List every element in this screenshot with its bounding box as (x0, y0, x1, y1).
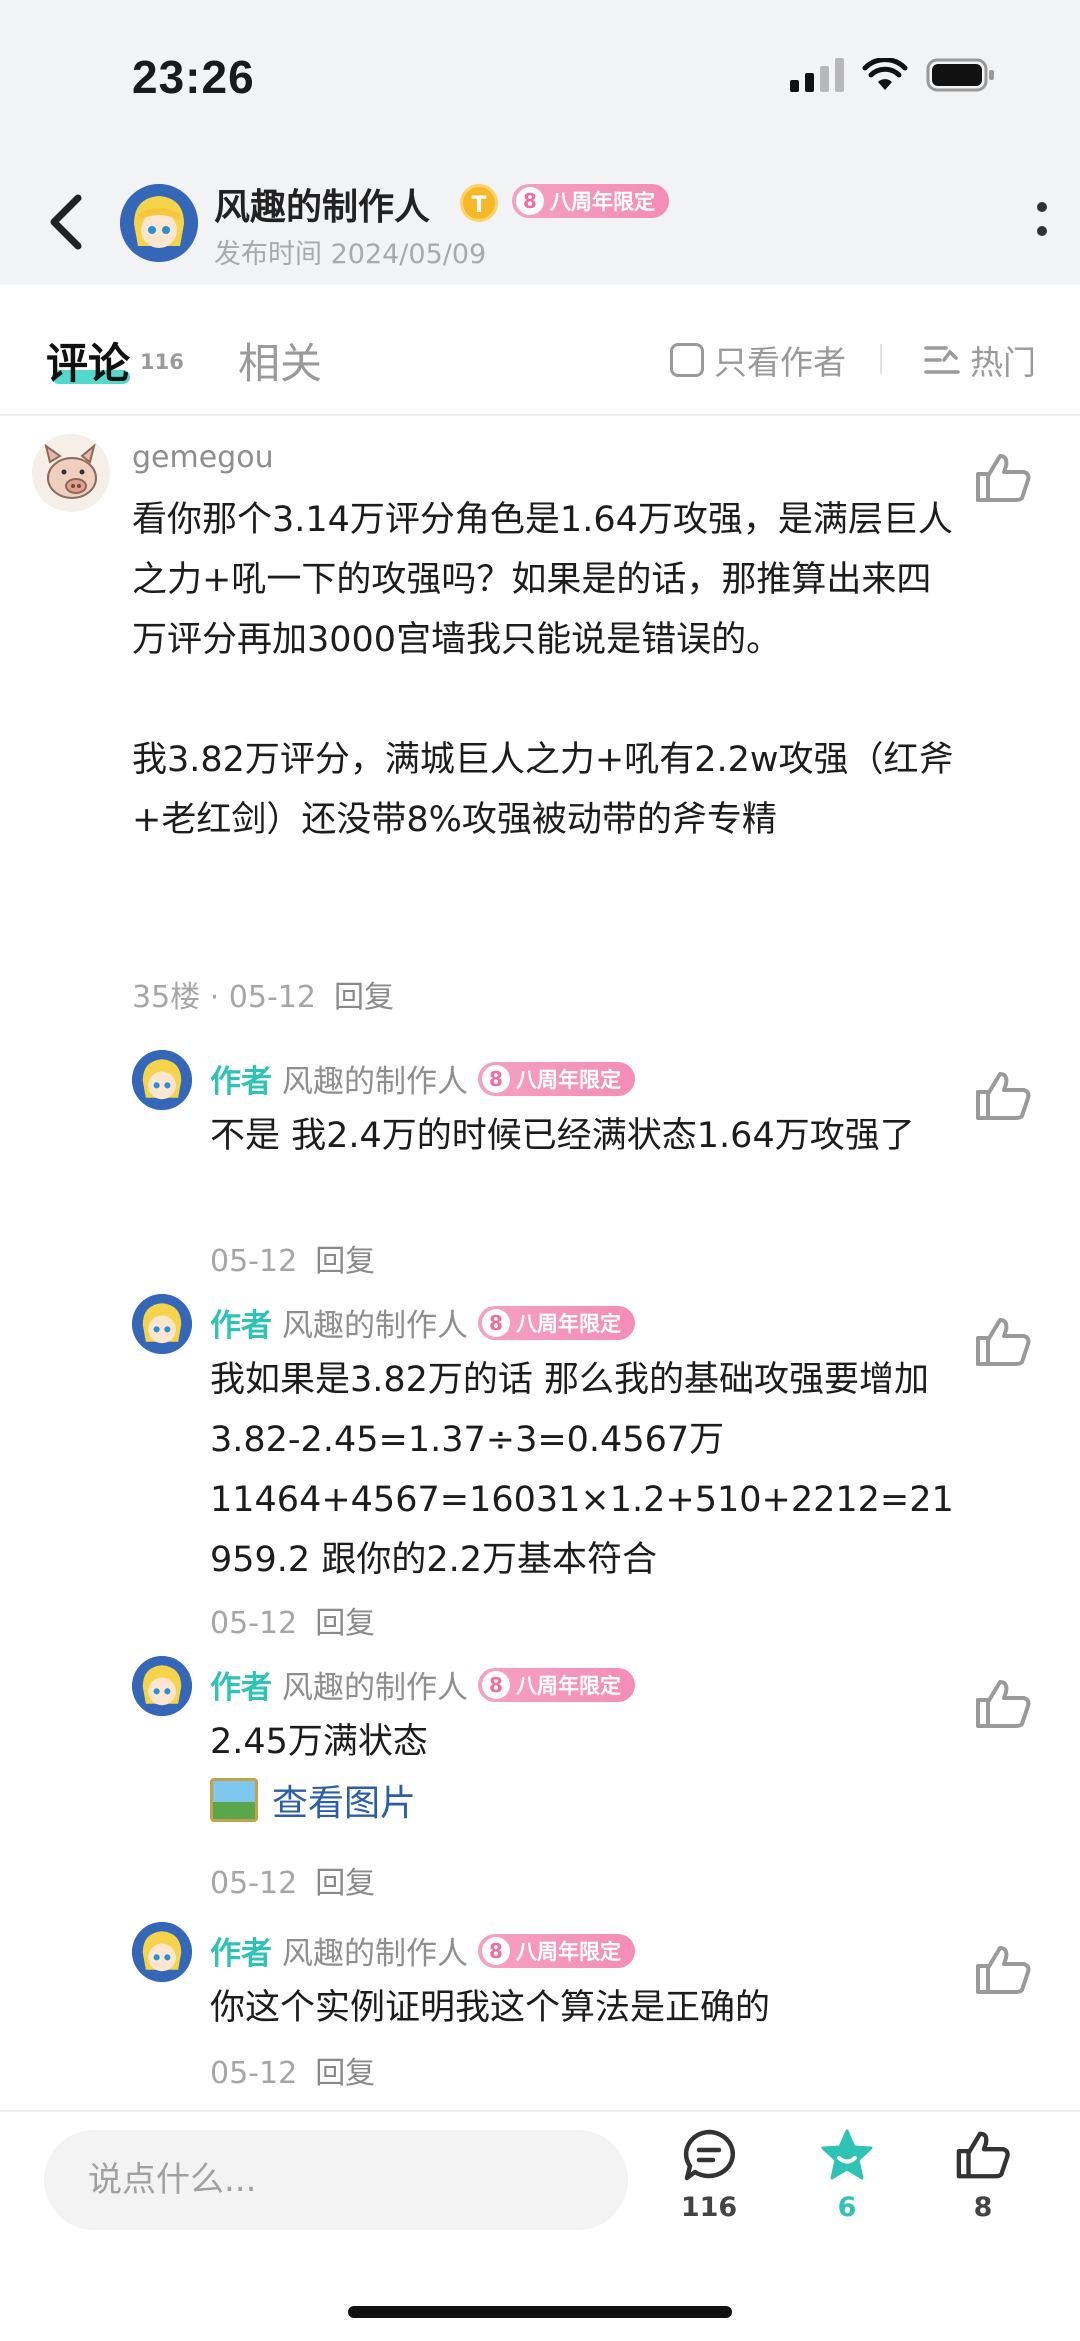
reply-text: 我如果是3.82万的话 那么我的基础攻强要增加3.82-2.45=1.37÷3=… (210, 1360, 954, 1580)
status-icons (790, 58, 996, 92)
reply-avatar[interactable] (132, 1656, 192, 1716)
author-tag: 作者 (210, 1936, 272, 1972)
reply-header: 作者 风趣的制作人 8 八周年限定 (210, 1056, 635, 1101)
anniversary-badge: 8 八周年限定 (478, 1667, 635, 1702)
reply-username[interactable]: 风趣的制作人 (282, 1300, 468, 1345)
comment-bubble-icon (683, 2129, 735, 2181)
thumbs-up-icon[interactable] (974, 1316, 1032, 1368)
back-arrow-icon[interactable] (44, 192, 88, 252)
anniversary-badge: 8 八周年限定 (478, 1933, 635, 1968)
home-indicator (348, 2306, 732, 2318)
reply-button[interactable]: 回复 (315, 1244, 375, 1279)
tab-divider (0, 414, 1080, 416)
only-author-checkbox[interactable] (670, 343, 704, 377)
anniversary-badge: 8 八周年限定 (512, 184, 669, 218)
thumbs-up-icon[interactable] (974, 452, 1032, 504)
comment-meta: 35楼 · 05-12 回复 (132, 972, 394, 1016)
view-image-link[interactable]: 查看图片 (210, 1774, 416, 1826)
author-tag: 作者 (210, 1064, 272, 1100)
reply-username[interactable]: 风趣的制作人 (282, 1928, 468, 1973)
reply-username[interactable]: 风趣的制作人 (282, 1662, 468, 1707)
sort-label: 热门 (970, 343, 1036, 382)
like-count: 8 (973, 2192, 993, 2223)
reply-date: 05-12 (210, 2056, 298, 2091)
sort-hot-button[interactable]: 热门 (924, 336, 1036, 384)
view-image-label: 查看图片 (272, 1783, 417, 1824)
reply-meta: 05-12 回复 (210, 1598, 375, 1642)
only-author-label: 只看作者 (714, 343, 846, 382)
tab-comments-count: 116 (140, 350, 184, 374)
reply-avatar[interactable] (132, 1294, 192, 1354)
commenter-avatar[interactable] (32, 434, 110, 512)
reply-text: 不是 我2.4万的时候已经满状态1.64万攻强了 (210, 1116, 915, 1156)
cellular-signal-icon (790, 58, 844, 92)
comment-input[interactable]: 说点什么... (44, 2130, 628, 2230)
publish-date: 发布时间 2024/05/09 (214, 239, 487, 270)
only-author-toggle[interactable]: 只看作者 (670, 336, 846, 384)
anniversary-badge: 8 八周年限定 (478, 1061, 635, 1096)
reply-date: 05-12 (210, 1606, 298, 1641)
tab-comments[interactable]: 评论 (46, 330, 130, 391)
reply-date: 05-12 (210, 1866, 298, 1901)
reply-header: 作者 风趣的制作人 8 八周年限定 (210, 1300, 635, 1345)
reply-button[interactable]: 回复 (334, 980, 394, 1015)
tab-related[interactable]: 相关 (238, 330, 322, 391)
author-tag: 作者 (210, 1308, 272, 1344)
reply-button[interactable]: 回复 (315, 1606, 375, 1641)
comment-count: 116 (680, 2192, 738, 2223)
reply-meta: 05-12 回复 (210, 1236, 375, 1280)
favorite-count: 6 (837, 2192, 857, 2223)
reply-avatar[interactable] (132, 1050, 192, 1110)
thumbs-up-icon[interactable] (974, 1070, 1032, 1122)
coin-badge: T (460, 184, 498, 222)
reply-avatar[interactable] (132, 1922, 192, 1982)
reply-meta: 05-12 回复 (210, 2048, 375, 2092)
anniversary-badge: 8 八周年限定 (478, 1305, 635, 1340)
like-button[interactable]: 8 (928, 2128, 1038, 2223)
reply-header: 作者 风趣的制作人 8 八周年限定 (210, 1928, 635, 1973)
image-icon (210, 1778, 258, 1822)
author-avatar[interactable] (120, 184, 198, 262)
reply-button[interactable]: 回复 (315, 1866, 375, 1901)
reply-header: 作者 风趣的制作人 8 八周年限定 (210, 1662, 635, 1707)
more-options-icon[interactable] (1032, 196, 1052, 246)
reply-button[interactable]: 回复 (315, 2056, 375, 2091)
comment-text: 看你那个3.14万评分角色是1.64万攻强，是满层巨人之力+吼一下的攻强吗？如果… (132, 500, 954, 840)
wifi-icon (862, 58, 908, 90)
thumbs-up-icon[interactable] (974, 1944, 1032, 1996)
reply-text: 你这个实例证明我这个算法是正确的 (210, 1988, 771, 2028)
comment-count-button[interactable]: 116 (654, 2128, 764, 2223)
commenter-username[interactable]: gemegou (132, 440, 274, 475)
author-tag: 作者 (210, 1670, 272, 1706)
star-icon (821, 2129, 873, 2180)
tab-separator (880, 344, 882, 374)
thumbs-up-icon (956, 2131, 1010, 2179)
reply-text: 2.45万满状态 (210, 1722, 428, 1762)
status-time: 23:26 (132, 51, 255, 103)
reply-username[interactable]: 风趣的制作人 (282, 1056, 468, 1101)
battery-icon (926, 58, 994, 92)
reply-meta: 05-12 回复 (210, 1858, 375, 1902)
sort-icon (924, 346, 960, 374)
reply-date: 05-12 (210, 1244, 298, 1279)
thumbs-up-icon[interactable] (974, 1678, 1032, 1730)
comment-floor-date: 35楼 · 05-12 (132, 980, 316, 1015)
favorite-button[interactable]: 6 (792, 2128, 902, 2223)
author-name[interactable]: 风趣的制作人 (214, 178, 430, 230)
